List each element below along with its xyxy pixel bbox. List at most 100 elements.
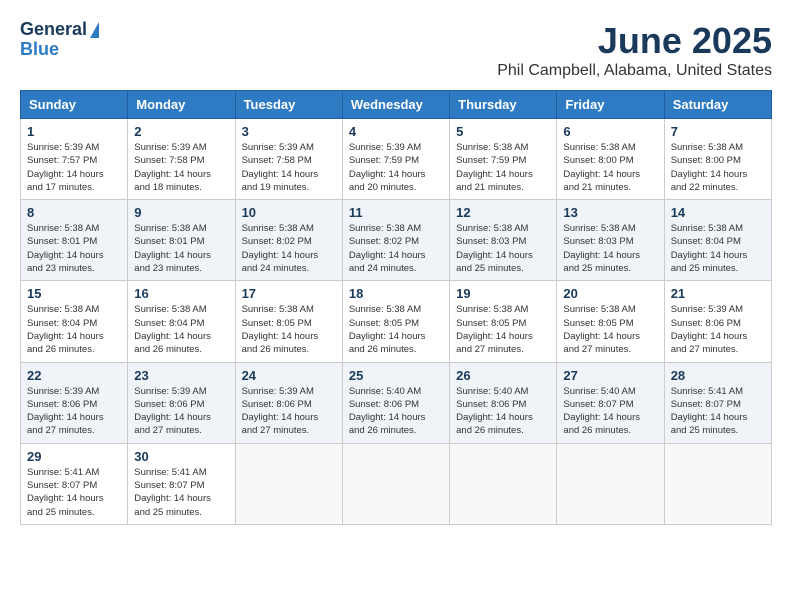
location-subtitle: Phil Campbell, Alabama, United States (497, 62, 772, 80)
calendar-cell: 15 Sunrise: 5:38 AMSunset: 8:04 PMDayligh… (21, 281, 128, 362)
calendar-header-row: SundayMondayTuesdayWednesdayThursdayFrid… (21, 91, 772, 119)
calendar-cell: 7 Sunrise: 5:38 AMSunset: 8:00 PMDaylight… (664, 119, 771, 200)
calendar-cell: 11 Sunrise: 5:38 AMSunset: 8:02 PMDayligh… (342, 200, 449, 281)
day-number: 22 (27, 368, 121, 383)
day-info: Sunrise: 5:38 AMSunset: 8:05 PMDaylight:… (349, 303, 443, 356)
day-number: 14 (671, 205, 765, 220)
calendar-cell: 21Sunrise: 5:39 AMSunset: 8:06 PMDayligh… (664, 281, 771, 362)
day-number: 5 (456, 124, 550, 139)
calendar-cell: 20 Sunrise: 5:38 AMSunset: 8:05 PMDayligh… (557, 281, 664, 362)
day-info: Sunrise: 5:38 AMSunset: 8:02 PMDaylight:… (242, 222, 336, 275)
day-number: 28 (671, 368, 765, 383)
day-info: Sunrise: 5:40 AMSunset: 8:06 PMDaylight:… (456, 385, 550, 438)
calendar-cell (557, 443, 664, 524)
day-number: 24 (242, 368, 336, 383)
day-info: Sunrise: 5:38 AMSunset: 8:04 PMDaylight:… (134, 303, 228, 356)
day-number: 10 (242, 205, 336, 220)
calendar-cell: 23Sunrise: 5:39 AMSunset: 8:06 PMDayligh… (128, 362, 235, 443)
calendar-cell (342, 443, 449, 524)
day-number: 27 (563, 368, 657, 383)
day-number: 7 (671, 124, 765, 139)
day-number: 18 (349, 286, 443, 301)
day-info: Sunrise: 5:39 AMSunset: 8:06 PMDaylight:… (242, 385, 336, 438)
day-number: 20 (563, 286, 657, 301)
weekday-header-thursday: Thursday (450, 91, 557, 119)
day-number: 21 (671, 286, 765, 301)
day-number: 17 (242, 286, 336, 301)
calendar-cell: 19 Sunrise: 5:38 AMSunset: 8:05 PMDayligh… (450, 281, 557, 362)
calendar-cell: 6Sunrise: 5:38 AMSunset: 8:00 PMDaylight… (557, 119, 664, 200)
weekday-header-sunday: Sunday (21, 91, 128, 119)
day-info: Sunrise: 5:40 AMSunset: 8:07 PMDaylight:… (563, 385, 657, 438)
day-info: Sunrise: 5:38 AMSunset: 8:02 PMDaylight:… (349, 222, 443, 275)
calendar-week-row: 1Sunrise: 5:39 AMSunset: 7:57 PMDaylight… (21, 119, 772, 200)
day-number: 30 (134, 449, 228, 464)
day-number: 12 (456, 205, 550, 220)
day-number: 29 (27, 449, 121, 464)
calendar-cell: 18 Sunrise: 5:38 AMSunset: 8:05 PMDayligh… (342, 281, 449, 362)
day-info: Sunrise: 5:40 AMSunset: 8:06 PMDaylight:… (349, 385, 443, 438)
day-number: 13 (563, 205, 657, 220)
day-info: Sunrise: 5:41 AMSunset: 8:07 PMDaylight:… (27, 466, 121, 519)
calendar-cell: 8 Sunrise: 5:38 AMSunset: 8:01 PMDaylight… (21, 200, 128, 281)
day-info: Sunrise: 5:38 AMSunset: 8:05 PMDaylight:… (563, 303, 657, 356)
day-info: Sunrise: 5:38 AMSunset: 8:03 PMDaylight:… (563, 222, 657, 275)
calendar-cell: 12 Sunrise: 5:38 AMSunset: 8:03 PMDayligh… (450, 200, 557, 281)
logo-blue: Blue (20, 40, 59, 60)
day-info: Sunrise: 5:38 AMSunset: 8:05 PMDaylight:… (242, 303, 336, 356)
weekday-header-tuesday: Tuesday (235, 91, 342, 119)
calendar-cell: 26 Sunrise: 5:40 AMSunset: 8:06 PMDayligh… (450, 362, 557, 443)
month-title: June 2025 (497, 20, 772, 62)
calendar-cell: 10 Sunrise: 5:38 AMSunset: 8:02 PMDayligh… (235, 200, 342, 281)
calendar-cell: 2Sunrise: 5:39 AMSunset: 7:58 PMDaylight… (128, 119, 235, 200)
calendar-cell: 29 Sunrise: 5:41 AMSunset: 8:07 PMDayligh… (21, 443, 128, 524)
calendar-cell: 5 Sunrise: 5:38 AMSunset: 7:59 PMDaylight… (450, 119, 557, 200)
day-number: 26 (456, 368, 550, 383)
calendar-cell: 22Sunrise: 5:39 AMSunset: 8:06 PMDayligh… (21, 362, 128, 443)
day-info: Sunrise: 5:39 AMSunset: 7:59 PMDaylight:… (349, 141, 443, 194)
calendar-week-row: 8 Sunrise: 5:38 AMSunset: 8:01 PMDaylight… (21, 200, 772, 281)
title-block: June 2025 Phil Campbell, Alabama, United… (497, 20, 772, 80)
day-info: Sunrise: 5:38 AMSunset: 8:01 PMDaylight:… (27, 222, 121, 275)
day-number: 15 (27, 286, 121, 301)
calendar-cell: 17 Sunrise: 5:38 AMSunset: 8:05 PMDayligh… (235, 281, 342, 362)
calendar-cell: 27 Sunrise: 5:40 AMSunset: 8:07 PMDayligh… (557, 362, 664, 443)
weekday-header-monday: Monday (128, 91, 235, 119)
calendar-cell: 14 Sunrise: 5:38 AMSunset: 8:04 PMDayligh… (664, 200, 771, 281)
calendar-cell: 13 Sunrise: 5:38 AMSunset: 8:03 PMDayligh… (557, 200, 664, 281)
day-info: Sunrise: 5:39 AMSunset: 7:57 PMDaylight:… (27, 141, 121, 194)
day-info: Sunrise: 5:41 AMSunset: 8:07 PMDaylight:… (134, 466, 228, 519)
logo-general: General (20, 20, 87, 40)
calendar-cell: 1Sunrise: 5:39 AMSunset: 7:57 PMDaylight… (21, 119, 128, 200)
calendar-week-row: 15 Sunrise: 5:38 AMSunset: 8:04 PMDayligh… (21, 281, 772, 362)
day-info: Sunrise: 5:38 AMSunset: 8:04 PMDaylight:… (671, 222, 765, 275)
day-info: Sunrise: 5:39 AMSunset: 7:58 PMDaylight:… (242, 141, 336, 194)
day-info: Sunrise: 5:38 AMSunset: 7:59 PMDaylight:… (456, 141, 550, 194)
calendar-cell: 16 Sunrise: 5:38 AMSunset: 8:04 PMDayligh… (128, 281, 235, 362)
day-number: 25 (349, 368, 443, 383)
day-info: Sunrise: 5:38 AMSunset: 8:03 PMDaylight:… (456, 222, 550, 275)
day-number: 16 (134, 286, 228, 301)
day-info: Sunrise: 5:38 AMSunset: 8:01 PMDaylight:… (134, 222, 228, 275)
day-number: 9 (134, 205, 228, 220)
calendar-week-row: 29 Sunrise: 5:41 AMSunset: 8:07 PMDayligh… (21, 443, 772, 524)
day-info: Sunrise: 5:38 AMSunset: 8:05 PMDaylight:… (456, 303, 550, 356)
day-number: 19 (456, 286, 550, 301)
calendar-cell: 28Sunrise: 5:41 AMSunset: 8:07 PMDayligh… (664, 362, 771, 443)
day-info: Sunrise: 5:39 AMSunset: 8:06 PMDaylight:… (134, 385, 228, 438)
day-info: Sunrise: 5:38 AMSunset: 8:00 PMDaylight:… (671, 141, 765, 194)
calendar-table: SundayMondayTuesdayWednesdayThursdayFrid… (20, 90, 772, 525)
weekday-header-wednesday: Wednesday (342, 91, 449, 119)
day-number: 11 (349, 205, 443, 220)
day-info: Sunrise: 5:39 AMSunset: 7:58 PMDaylight:… (134, 141, 228, 194)
day-number: 8 (27, 205, 121, 220)
calendar-cell: 24 Sunrise: 5:39 AMSunset: 8:06 PMDayligh… (235, 362, 342, 443)
calendar-week-row: 22 Sunrise: 5:39 AMSunset: 8:06 PMDayligh… (21, 362, 772, 443)
day-number: 3 (242, 124, 336, 139)
day-info: Sunrise: 5:38 AMSunset: 8:04 PMDaylight:… (27, 303, 121, 356)
calendar-cell: 3 Sunrise: 5:39 AMSunset: 7:58 PMDaylight… (235, 119, 342, 200)
calendar-cell: 25 Sunrise: 5:40 AMSunset: 8:06 PMDayligh… (342, 362, 449, 443)
logo: General Blue (20, 20, 99, 60)
calendar-cell (664, 443, 771, 524)
calendar-cell (450, 443, 557, 524)
